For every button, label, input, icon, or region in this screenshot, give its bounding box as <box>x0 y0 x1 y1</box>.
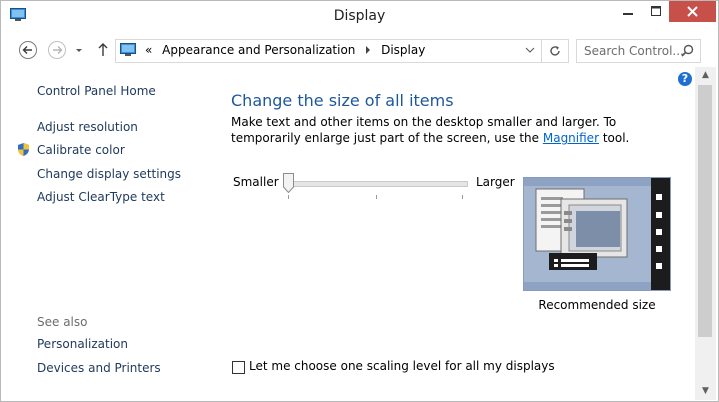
chevron-down-icon[interactable] <box>525 47 535 53</box>
calibrate-color-link[interactable]: Calibrate color <box>37 143 125 157</box>
slider-max-label: Larger <box>476 175 515 189</box>
close-button[interactable] <box>669 1 716 22</box>
back-button[interactable] <box>18 40 38 60</box>
slider-tick <box>376 195 377 199</box>
chevron-right-icon <box>366 46 371 54</box>
adjust-cleartype-link[interactable]: Adjust ClearType text <box>37 190 165 204</box>
page-description: Make text and other items on the desktop… <box>231 114 681 146</box>
up-button[interactable] <box>95 40 111 60</box>
breadcrumb-display[interactable]: Display <box>381 43 425 57</box>
adjust-resolution-link[interactable]: Adjust resolution <box>37 120 138 134</box>
refresh-icon[interactable] <box>548 44 562 58</box>
page-heading: Change the size of all items <box>231 91 454 110</box>
maximize-button[interactable] <box>642 1 670 22</box>
minimize-icon <box>623 13 633 15</box>
breadcrumb-overflow[interactable]: « <box>145 43 152 57</box>
vertical-scrollbar[interactable]: ▲ ▼ <box>695 67 716 400</box>
scaling-level-checkbox-label[interactable]: Let me choose one scaling level for all … <box>249 359 555 373</box>
change-display-settings-link[interactable]: Change display settings <box>37 167 181 181</box>
breadcrumb-appearance[interactable]: Appearance and Personalization <box>162 43 355 57</box>
window-title: Display <box>333 8 386 24</box>
preview-caption: Recommended size <box>538 298 656 312</box>
slider-tick <box>288 195 289 199</box>
description-tail: tool. <box>599 131 630 145</box>
size-preview-image <box>523 177 671 291</box>
recent-locations-dropdown[interactable] <box>73 40 85 60</box>
devices-and-printers-link[interactable]: Devices and Printers <box>37 361 161 375</box>
slider-tick <box>462 195 463 199</box>
scroll-down-arrow[interactable]: ▼ <box>695 383 716 400</box>
maximize-icon <box>651 6 661 16</box>
scroll-thumb[interactable] <box>698 85 712 337</box>
help-icon[interactable]: ? <box>678 72 692 86</box>
scaling-level-checkbox[interactable] <box>232 361 245 374</box>
breadcrumb: « Appearance and Personalization Display <box>145 43 431 57</box>
see-also-heading: See also <box>37 315 88 329</box>
control-panel-icon <box>120 43 136 56</box>
control-panel-home-link[interactable]: Control Panel Home <box>37 84 156 98</box>
size-slider-track[interactable] <box>288 181 468 187</box>
scroll-up-arrow[interactable]: ▲ <box>695 67 716 84</box>
search-box[interactable]: Search Control... <box>576 39 701 63</box>
minimize-button[interactable] <box>614 1 642 22</box>
title-bar: Display <box>1 1 718 32</box>
forward-button[interactable] <box>47 40 67 60</box>
main-content: Change the size of all items Make text a… <box>231 67 691 401</box>
slider-min-label: Smaller <box>233 175 279 189</box>
size-slider-thumb[interactable] <box>283 173 294 193</box>
uac-shield-icon <box>18 143 29 156</box>
left-navigation-pane: Control Panel Home Adjust resolution Cal… <box>1 67 206 401</box>
divider <box>541 40 542 62</box>
search-placeholder: Search Control... <box>584 44 684 58</box>
search-icon[interactable] <box>681 44 694 57</box>
navigation-bar: « Appearance and Personalization Display… <box>1 32 718 67</box>
address-box[interactable]: « Appearance and Personalization Display <box>115 39 569 63</box>
magnifier-link[interactable]: Magnifier <box>543 131 599 145</box>
personalization-link[interactable]: Personalization <box>37 337 128 351</box>
control-panel-window: Display « Appearance and Personalization… <box>0 0 719 402</box>
close-icon <box>687 6 698 17</box>
